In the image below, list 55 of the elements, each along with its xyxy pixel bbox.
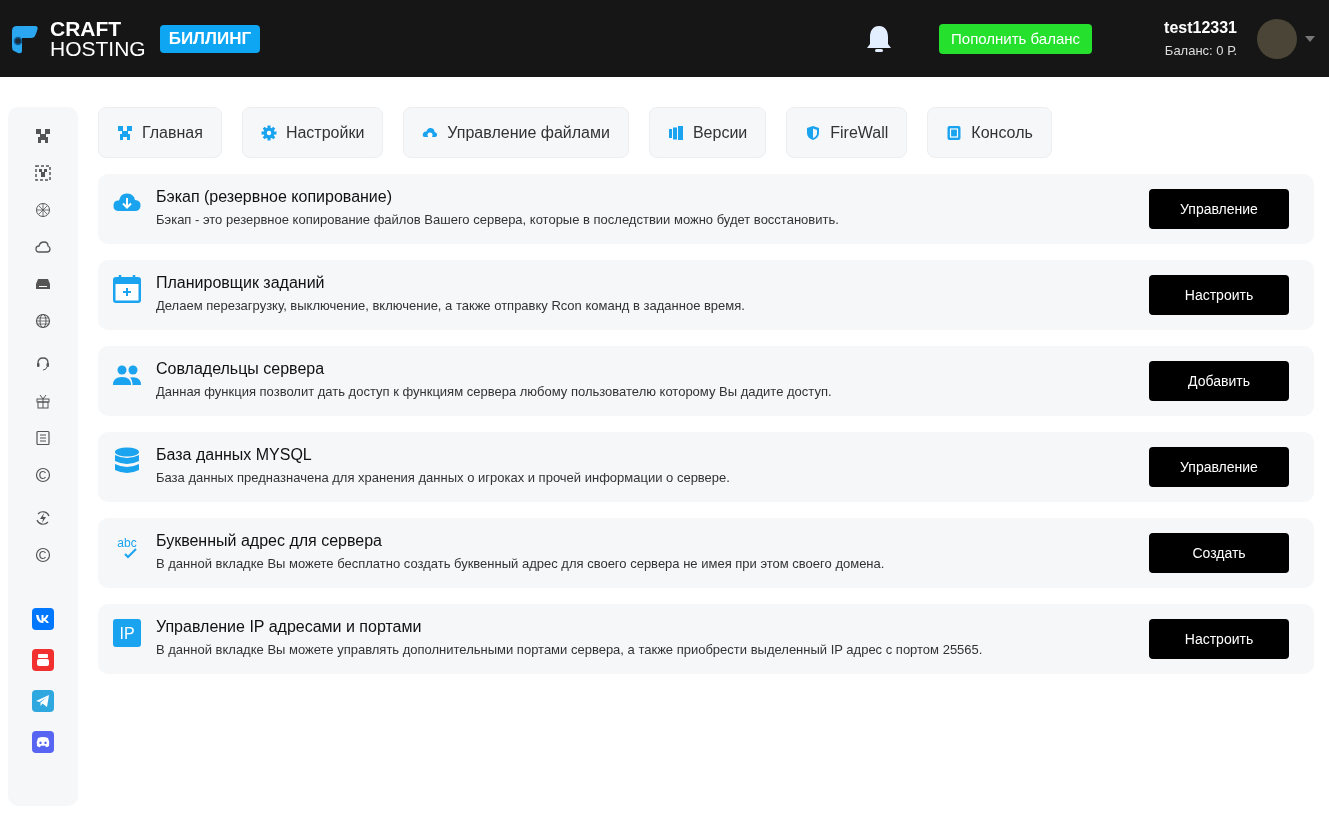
logo-text: HOSTING (50, 38, 146, 59)
tab[interactable]: Настройки (241, 107, 384, 158)
globe-icon[interactable] (35, 313, 51, 329)
feature-title: Буквенный адрес для сервера (156, 531, 383, 550)
tab[interactable]: Управление файлами (403, 107, 629, 158)
copyright-icon[interactable] (35, 467, 51, 483)
gear-icon (260, 124, 277, 141)
logo-text: CRAFT (50, 18, 123, 39)
creeper-frame-icon[interactable] (35, 165, 51, 181)
calendar-icon (112, 274, 142, 304)
feature-title: Бэкап (резервное копирование) (156, 187, 394, 206)
bars-icon (667, 124, 684, 141)
feature-description: Данная функция позволит дать доступ к функциям сервера любому пользователю которому Вы дадите доступ. (156, 383, 833, 399)
vk-icon[interactable] (32, 608, 54, 630)
shield-icon (805, 124, 822, 141)
tab[interactable]: Главная (98, 107, 222, 158)
database-icon (112, 446, 142, 476)
username: test12331 (1164, 19, 1237, 37)
feature-description: База данных предназначена для хранения данных о игроках и прочей информации о сервере. (156, 469, 731, 485)
telegram-icon[interactable] (32, 690, 54, 712)
tab[interactable]: FireWall (786, 107, 908, 158)
checkmark-icon (124, 548, 137, 559)
creeper-icon (117, 124, 133, 141)
action-button[interactable]: Добавить (1149, 361, 1289, 401)
tab[interactable]: Консоль (927, 107, 1052, 158)
action-button[interactable]: Управление (1149, 447, 1289, 487)
feature-title: Совладельцы сервера (156, 359, 326, 378)
icon-label: IP (119, 625, 135, 642)
icon-label: abc (117, 536, 137, 550)
copyright-icon[interactable] (35, 547, 51, 563)
feature-title: Управление IP адресами и портами (156, 617, 423, 636)
action-button[interactable]: Настроить (1149, 275, 1289, 315)
bell-icon[interactable] (866, 24, 893, 53)
square-icon (946, 124, 963, 141)
action-button[interactable]: Настроить (1149, 619, 1289, 659)
cloud-icon[interactable] (35, 239, 51, 255)
balance-text: Баланс: 0 Р. (1164, 43, 1237, 58)
feature-description: Бэкап - это резервное копирование файлов Вашего сервера, которые в последствии можно будет восстановить. (156, 211, 840, 227)
feature-title: База данных MYSQL (156, 445, 313, 464)
tab[interactable]: Версии (648, 107, 767, 158)
headset-icon[interactable] (35, 356, 51, 372)
billing-badge: БИЛЛИНГ (159, 24, 261, 53)
feature-description: Делаем перезагрузку, выключение, включение, а также отправку Rcon команд в заданное время. (156, 297, 746, 313)
action-button[interactable]: Управление (1149, 189, 1289, 229)
creeper-icon[interactable] (35, 128, 51, 144)
server-icon[interactable] (35, 276, 51, 292)
discord-icon[interactable] (32, 731, 54, 753)
feature-description: В данной вкладке Вы можете бесплатно создать буквенный адрес для своего сервера не имея при этом своего домена. (156, 555, 886, 571)
gift-icon[interactable] (35, 393, 51, 409)
feature-description: В данной вкладке Вы можете управлять дополнительными портами сервера, а также приобрести выделенный IP адрес с портом 25565. (156, 641, 984, 657)
lightning-icon[interactable] (35, 510, 51, 526)
action-button[interactable]: Создать (1149, 533, 1289, 573)
document-icon[interactable] (35, 430, 51, 446)
caret-icon[interactable] (1305, 35, 1315, 42)
feature-title: Планировщик заданий (156, 273, 326, 292)
